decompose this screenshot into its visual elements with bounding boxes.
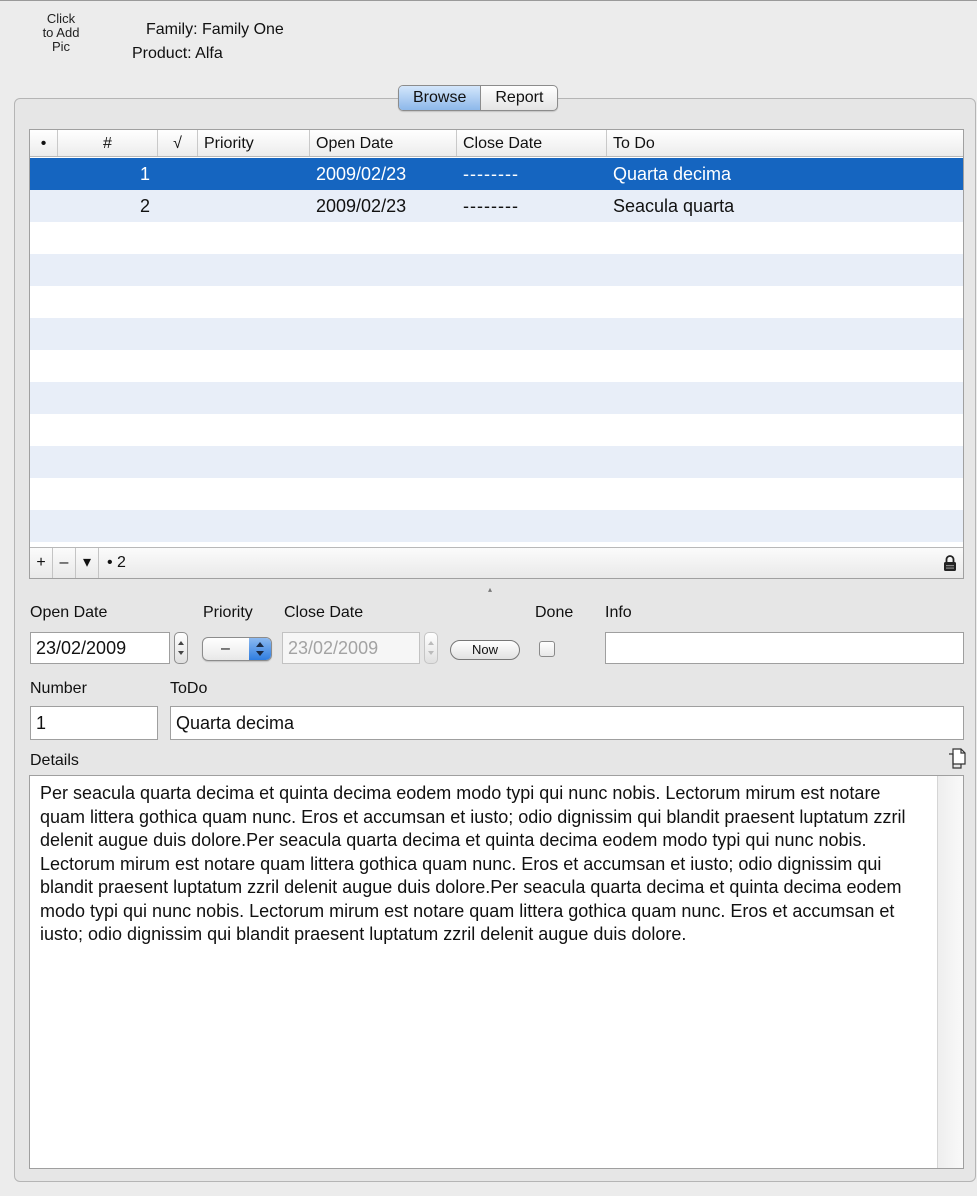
pic-label-line-3: Pic [51, 39, 71, 54]
number-label: Number [30, 680, 87, 697]
empty-row [30, 254, 963, 286]
details-text: Per seacula quarta decima et quinta deci… [40, 783, 906, 944]
col-header-priority[interactable]: Priority [198, 130, 310, 156]
record-count: • 2 [107, 554, 126, 571]
todo-table: • # √ Priority Open Date Close Date To D… [29, 129, 964, 579]
view-tabs: Browse Report [398, 85, 559, 111]
row-open-date-cell: 2009/02/23 [316, 164, 407, 184]
col-header-close-date[interactable]: Close Date [457, 130, 607, 156]
empty-row [30, 350, 963, 382]
empty-row [30, 222, 963, 254]
product-row: Product: Alfa [132, 45, 223, 63]
lock-icon[interactable] [943, 554, 957, 572]
close-date-stepper[interactable] [424, 632, 438, 664]
product-label: Product: [132, 45, 192, 62]
add-row-button[interactable]: + [30, 548, 53, 578]
close-date-field[interactable]: 23/02/2009 [282, 632, 420, 664]
done-checkbox[interactable] [539, 641, 555, 657]
empty-row [30, 510, 963, 542]
number-field[interactable]: 1 [30, 706, 158, 740]
table-body: 1 2009/02/23 -------- Quarta decima 2 20… [30, 158, 963, 547]
tab-browse[interactable]: Browse [399, 86, 482, 110]
row-priority-cell [198, 190, 310, 222]
empty-row [30, 446, 963, 478]
empty-row [30, 414, 963, 446]
resize-handle-icon[interactable]: ▴ [488, 585, 492, 594]
col-header-check[interactable]: √ [158, 130, 198, 156]
empty-row [30, 382, 963, 414]
row-todo-cell: Quarta decima [613, 164, 732, 184]
family-label: Family: [146, 21, 198, 38]
details-label: Details [30, 752, 79, 769]
table-header: • # √ Priority Open Date Close Date To D… [30, 130, 963, 157]
now-button[interactable]: Now [450, 640, 520, 660]
row-number-cell: 1 [139, 164, 150, 184]
pic-label-line-2: to Add [42, 25, 80, 40]
close-date-label: Close Date [284, 604, 364, 621]
family-row: Family: Family One [146, 21, 284, 39]
open-date-stepper[interactable] [174, 632, 188, 664]
empty-row [30, 286, 963, 318]
copy-icon[interactable] [947, 748, 967, 770]
window-top-border [0, 0, 977, 1]
row-priority-cell [198, 158, 310, 190]
todo-label: ToDo [170, 680, 208, 697]
info-field[interactable] [605, 632, 964, 664]
table-row[interactable]: 1 2009/02/23 -------- Quarta decima [30, 158, 963, 190]
row-todo-cell: Seacula quarta [613, 196, 735, 216]
empty-row [30, 478, 963, 510]
row-dot-cell [30, 158, 58, 190]
col-header-number[interactable]: # [58, 130, 158, 156]
tab-report[interactable]: Report [481, 86, 557, 110]
empty-row [30, 318, 963, 350]
row-check-cell [158, 158, 198, 190]
priority-popup-value: – [221, 640, 230, 657]
col-header-open-date[interactable]: Open Date [310, 130, 457, 156]
row-dot-cell [30, 190, 58, 222]
add-picture-area[interactable]: Click to Add Pic [30, 12, 92, 54]
row-close-date-cell: -------- [463, 164, 519, 184]
details-textarea[interactable]: Per seacula quarta decima et quinta deci… [29, 775, 964, 1169]
col-header-dot[interactable]: • [30, 130, 58, 156]
product-value: Alfa [195, 45, 223, 62]
row-open-date-cell: 2009/02/23 [316, 196, 407, 216]
details-scrollbar[interactable] [937, 776, 963, 1168]
row-actions-menu-button[interactable]: ▾ [76, 548, 99, 578]
todo-field[interactable]: Quarta decima [170, 706, 964, 740]
open-date-label: Open Date [30, 604, 108, 621]
table-footer: + – ▾ • 2 [30, 547, 963, 578]
open-date-field[interactable]: 23/02/2009 [30, 632, 170, 664]
family-value: Family One [202, 21, 284, 38]
priority-label: Priority [203, 604, 253, 621]
info-label: Info [605, 604, 632, 621]
pic-label-line-1: Click [46, 11, 76, 26]
row-check-cell [158, 190, 198, 222]
done-label: Done [535, 604, 574, 621]
row-close-date-cell: -------- [463, 196, 519, 216]
row-number-cell: 2 [139, 196, 150, 216]
remove-row-button[interactable]: – [53, 548, 76, 578]
table-row[interactable]: 2 2009/02/23 -------- Seacula quarta [30, 190, 963, 222]
col-header-todo[interactable]: To Do [607, 130, 963, 156]
priority-popup[interactable]: – [202, 637, 272, 661]
popup-arrows-icon [249, 638, 271, 660]
